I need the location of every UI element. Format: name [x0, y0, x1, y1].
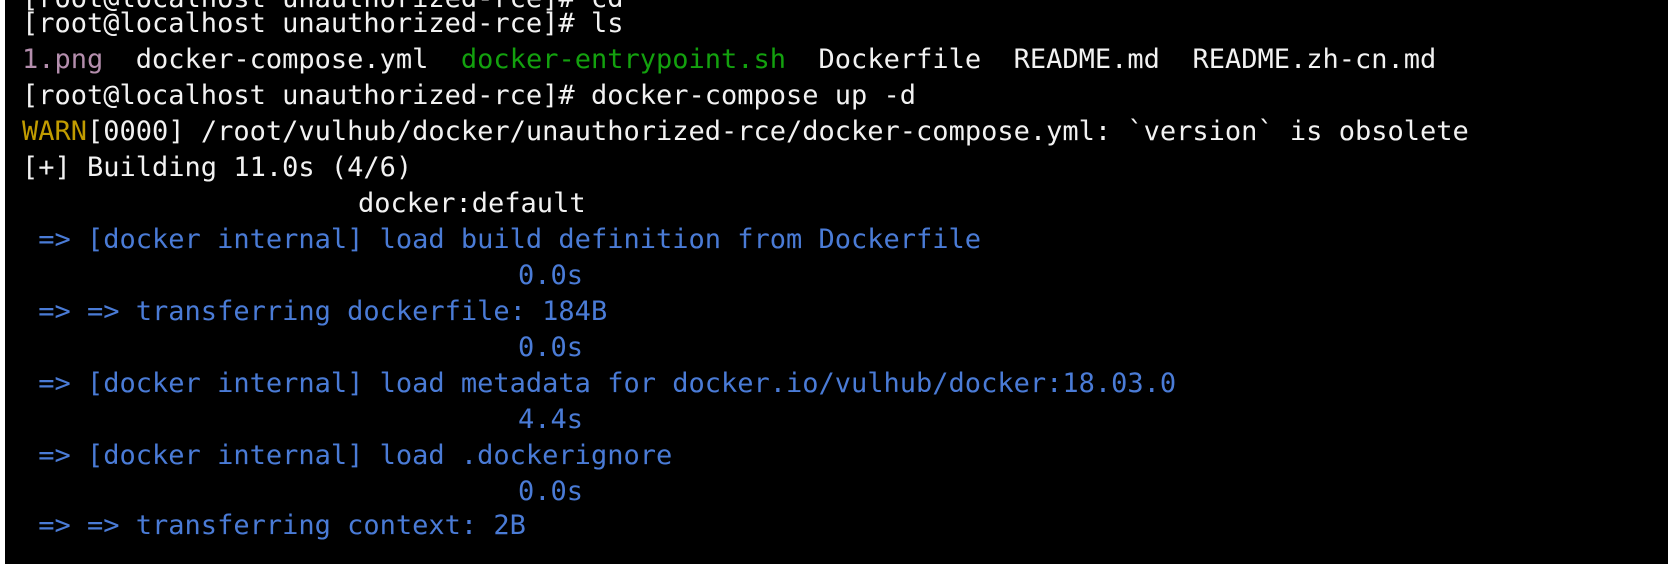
- ls-output: 1.png docker-compose.yml docker-entrypoi…: [22, 42, 1436, 78]
- file-readme-zh-cn-md: README.zh-cn.md: [1192, 44, 1437, 75]
- build-step-time: 0.0s: [518, 476, 584, 507]
- file-dockerfile: Dockerfile: [818, 44, 982, 75]
- build-step-line: => [docker internal] load build definiti…: [22, 224, 982, 255]
- build-step-line: => [docker internal] load metadata for d…: [22, 368, 1177, 399]
- build-step-time: 0.0s: [518, 332, 584, 363]
- prompt-line-ls: [root@localhost unauthorized-rce]# ls: [22, 6, 623, 42]
- shell-command: ls: [590, 8, 624, 39]
- build-step-line: => [docker internal] load .dockerignore: [22, 440, 673, 471]
- warn-message: [0000] /root/vulhub/docker/unauthorized-…: [87, 116, 1469, 147]
- build-status-line: [+] Building 11.0s (4/6): [22, 152, 413, 183]
- prompt-line-compose: [root@localhost unauthorized-rce]# docke…: [22, 78, 916, 114]
- warn-tag: WARN: [22, 116, 88, 147]
- file-docker-compose-yml: docker-compose.yml: [135, 44, 429, 75]
- shell-command: docker-compose up -d: [590, 80, 917, 111]
- file-docker-entrypoint-sh: docker-entrypoint.sh: [460, 44, 787, 75]
- warn-line: WARN[0000] /root/vulhub/docker/unauthori…: [22, 114, 1469, 150]
- build-target-line: docker:default: [358, 188, 586, 219]
- file-1-png: 1.png: [22, 44, 104, 75]
- build-step-line: => => transferring dockerfile: 184B: [22, 296, 608, 327]
- file-readme-md: README.md: [1013, 44, 1160, 75]
- terminal-window[interactable]: [root@localhost unauthorized-rce]# cd [r…: [5, 0, 1668, 564]
- build-step-time: 0.0s: [518, 260, 584, 291]
- shell-prompt: [root@localhost unauthorized-rce]#: [22, 80, 591, 111]
- shell-prompt: [root@localhost unauthorized-rce]#: [22, 8, 591, 39]
- build-step-line-partial: => => transferring context: 2B: [22, 510, 526, 541]
- build-step-time: 4.4s: [518, 404, 584, 435]
